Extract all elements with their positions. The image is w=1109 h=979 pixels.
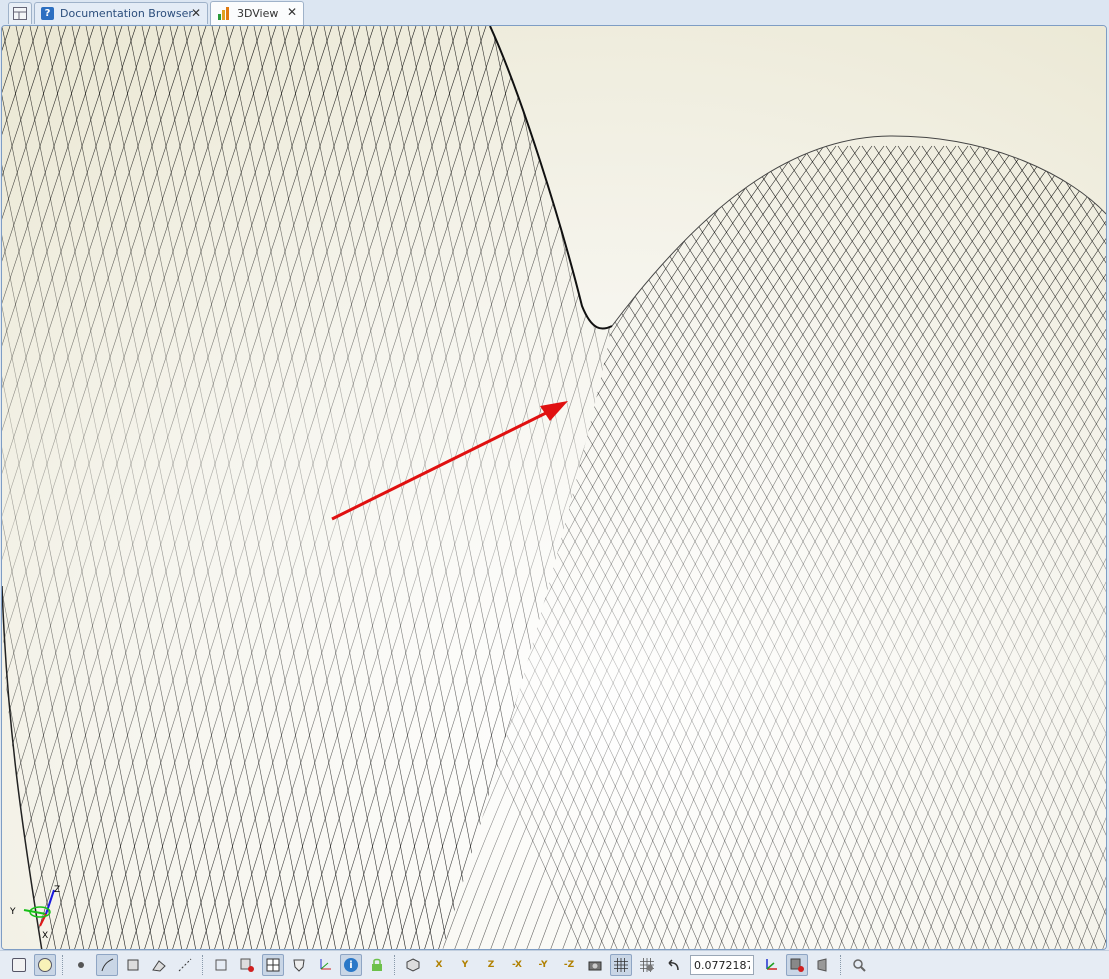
- select-point-button[interactable]: [34, 954, 56, 976]
- triad-z-label: Z: [54, 885, 60, 895]
- separator: [62, 955, 64, 975]
- separator: [840, 955, 842, 975]
- undo-view-icon[interactable]: [662, 954, 684, 976]
- help-icon: ?: [41, 7, 54, 20]
- lock-icon[interactable]: [366, 954, 388, 976]
- close-icon[interactable]: ✕: [287, 5, 297, 19]
- view-neg-x-label: -X: [512, 960, 522, 970]
- view-neg-x-button[interactable]: -X: [506, 954, 528, 976]
- search-icon[interactable]: [848, 954, 870, 976]
- wireframe-render: Y Z X: [2, 26, 1106, 949]
- view-neg-y-label: -Y: [538, 960, 548, 970]
- separator: [394, 955, 396, 975]
- triad-y-label: Y: [9, 907, 16, 917]
- view-z-button[interactable]: Z: [480, 954, 502, 976]
- 3d-viewport[interactable]: Y Z X: [1, 25, 1107, 950]
- view-neg-y-button[interactable]: -Y: [532, 954, 554, 976]
- deselect-button[interactable]: [236, 954, 258, 976]
- axes-toggle-icon[interactable]: [760, 954, 782, 976]
- zoom-value-field[interactable]: [690, 955, 754, 975]
- tab-label: 3DView: [237, 7, 279, 20]
- view-x-label: X: [435, 960, 443, 970]
- view-y-button[interactable]: Y: [454, 954, 476, 976]
- camera-icon[interactable]: [584, 954, 606, 976]
- close-icon[interactable]: ✕: [191, 6, 201, 20]
- shield-icon[interactable]: [288, 954, 310, 976]
- tab-3dview[interactable]: 3DView ✕: [210, 1, 304, 25]
- select-solid-button[interactable]: [148, 954, 170, 976]
- grid-settings-button[interactable]: [636, 954, 658, 976]
- view-iso-button[interactable]: [402, 954, 424, 976]
- view-y-label: Y: [461, 960, 469, 970]
- dotted-line-icon[interactable]: [174, 954, 196, 976]
- hide-shading-button[interactable]: [786, 954, 808, 976]
- display-mode-button[interactable]: [262, 954, 284, 976]
- select-edge-button[interactable]: [96, 954, 118, 976]
- select-shell-button[interactable]: [210, 954, 232, 976]
- view-z-label: Z: [487, 960, 495, 970]
- grid-icon: [13, 7, 27, 20]
- view-neg-z-label: -Z: [563, 960, 575, 970]
- grid-toggle-button[interactable]: [610, 954, 632, 976]
- separator: [202, 955, 204, 975]
- tab-bar: ? Documentation Browser ✕ 3DView ✕: [0, 0, 1109, 25]
- tab-documentation-browser[interactable]: ? Documentation Browser ✕: [34, 2, 208, 24]
- chart-icon: [218, 7, 229, 20]
- tab-label: Documentation Browser: [60, 7, 193, 20]
- select-node-button[interactable]: [70, 954, 92, 976]
- select-face-button[interactable]: [122, 954, 144, 976]
- triad-x-label: X: [42, 931, 48, 941]
- tab-list-button[interactable]: [8, 2, 32, 24]
- axes-icon[interactable]: [314, 954, 336, 976]
- view-neg-z-button[interactable]: -Z: [558, 954, 580, 976]
- view-x-button[interactable]: X: [428, 954, 450, 976]
- view-toolbar: i X Y Z -X -Y -Z: [0, 950, 1109, 979]
- shading-button[interactable]: [812, 954, 834, 976]
- info-icon[interactable]: i: [340, 954, 362, 976]
- select-vertex-button[interactable]: [8, 954, 30, 976]
